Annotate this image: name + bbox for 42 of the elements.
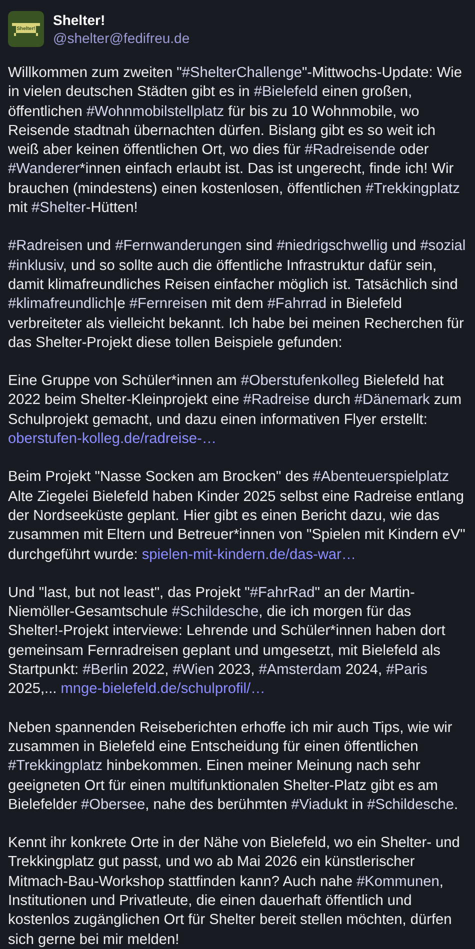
hashtag-link[interactable]: #Berlin: [82, 662, 128, 678]
hashtag-link[interactable]: #Paris: [386, 662, 428, 678]
post-paragraph: Und "last, but not least", das Projekt "#FahrRad" an der Martin-Niemöller-Gesamtschule #Schildesche, die ich morgen für das Shelter!-Projekt interviewe: Lehrende und Schüler*innen haben dort gemeinsam Fernradreisen geplant und umgesetzt, mit Bielefeld als Startpunkt: #Berlin 2022, #Wien 2023, #Amsterdam 2024, #Paris 2025,... mnge-bielefeld.de/schulprofil/…: [8, 584, 446, 700]
account-handle[interactable]: @shelter@fedifreu.de: [53, 29, 190, 47]
web-link[interactable]: mnge-bielefeld.de/schulprofil/…: [60, 681, 266, 698]
hashtag-link[interactable]: #Abenteuerspielplatz: [312, 469, 450, 486]
hashtag-link[interactable]: #FahrRad: [250, 584, 315, 601]
post-paragraph: #Radreisen und #Fernwanderungen sind #niedrigschwellig und #sozial #inklusiv, und so sollte auch die öffentliche Infrastruktur dafür sein, damit klimafreundliches Reisen einfacher möglich ist. Tatsächlich sind #klimafreundlich|e #Fernreisen mit dem #Fahrrad in Bielefeld verbreiteter als vielleicht bekannt. Ich habe bei meinen Recherchen für das Shelter-Projekt diese tollen Beispiele gefunden:: [8, 237, 467, 353]
hashtag-link[interactable]: #sozial: [420, 238, 466, 254]
hashtag-link[interactable]: #Wien: [172, 662, 214, 678]
hashtag-link[interactable]: #inklusiv: [8, 258, 63, 274]
post-paragraph: Willkommen zum zweiten "#ShelterChallenge"-Mittwochs-Update: Wie in vielen deutschen Städten gibt es in #Bielefeld einen großen, öffentlichen #Wohnmobilstellplatz für bis zu 10 Wohnmobile, wo Reisende stadtnah übernachten dürfen. Bislang gibt es so weit ich weiß aber keinen öffentlichen Ort, wo dies für #Radreisende oder #Wanderer*innen einfach erlaubt ist. Das ist ungerecht, finde ich! Wir brauchen (mindestens) einen kostenlosen, öffentlichen #Trekkingplatz mit #Shelter-Hütten!: [8, 64, 464, 218]
hashtag-link[interactable]: #Fernreisen: [129, 296, 208, 312]
post-paragraph: Kennt ihr konkrete Orte in der Nähe von Bielefeld, wo ein Shelter- und Trekkingplatz gut passt, und wo ab Mai 2026 ein künstlerischer Mitmach-Bau-Workshop stattfinden kann? Auch nahe #Kommunen, Institutionen und Privatleute, die einen dauerhaft öffentlich und kostenlos zugänglichen Ort für Shelter bereit stellen möchten, dürfen sich gerne bei mir melden!: [8, 834, 461, 949]
hashtag-link[interactable]: #Schildesche: [367, 796, 454, 813]
post-paragraph: Beim Projekt "Nasse Socken am Brocken" des #Abenteuerspielplatz Alte Ziegelei Bielefeld haben Kinder 2025 selbst eine Radreise entlang der Nordseeküste geplant. Hier gibt es einen Bericht dazu, wie das zusammen mit Eltern und Betreuer*innen von "Spielen mit Kindern eV" durchgeführt wurde: spielen-mit-kindern.de/das-war…: [8, 468, 466, 565]
hashtag-link[interactable]: #klimafreundlich: [8, 296, 114, 312]
hashtag-link[interactable]: #niedrigschwellig: [276, 238, 388, 254]
hashtag-link[interactable]: #Obersee: [81, 796, 146, 813]
post-paragraph: Neben spannenden Reiseberichten erhoffe ich mir auch Tips, wie wir zusammen in Bielefeld eine Entscheidung für einen öffentlichen #Trekkingplatz hinbekommen. Einen meiner Meinung nach sehr geeigneten Ort für einen multifunktionalen Shelter-Platz gibt es am Bielefelder #Obersee, nahe des berühmten #Viadukt in #Schildesche.: [8, 718, 460, 815]
hashtag-link[interactable]: #Amsterdam: [258, 662, 342, 678]
hashtag-link[interactable]: #Wanderer: [8, 161, 80, 178]
hashtag-link[interactable]: #Wohnmobilstellplatz: [86, 104, 224, 120]
hashtag-link[interactable]: #Kommunen: [356, 874, 440, 890]
hashtag-link[interactable]: #Viadukt: [291, 796, 348, 813]
hashtag-link[interactable]: #Radreise: [243, 392, 310, 408]
web-link[interactable]: spielen-mit-kindern.de/das-war…: [142, 546, 356, 563]
hashtag-link[interactable]: #Shelter: [32, 200, 86, 216]
hashtag-link[interactable]: #Schildesche: [172, 604, 259, 620]
hashtag-link[interactable]: #Fahrrad: [267, 296, 327, 312]
hashtag-link[interactable]: #Oberstufenkolleg: [240, 373, 360, 390]
hashtag-link[interactable]: #Trekkingplatz: [8, 758, 102, 774]
hashtag-link[interactable]: #Bielefeld: [254, 84, 318, 100]
hashtag-link[interactable]: #Trekkingplatz: [366, 180, 460, 197]
hashtag-link[interactable]: #Fernwanderungen: [115, 238, 242, 254]
web-link[interactable]: oberstufen-kolleg.de/radreise-…: [8, 431, 216, 448]
hashtag-link[interactable]: #Radreisen: [8, 238, 83, 254]
hashtag-link[interactable]: #Radreisende: [304, 142, 396, 158]
hashtag-link[interactable]: #ShelterChallenge: [182, 65, 302, 81]
display-name[interactable]: Shelter!: [53, 11, 190, 29]
hashtag-link[interactable]: #Dänemark: [354, 392, 430, 408]
post-paragraph: Eine Gruppe von Schüler*innen am #Oberstufenkolleg Bielefeld hat 2022 beim Shelter-Kleinprojekt eine #Radreise durch #Dänemark zum Schulprojekt gemacht, und dazu einen informativen Flyer erstellt: oberstufen-kolleg.de/radreise-…: [8, 372, 462, 450]
